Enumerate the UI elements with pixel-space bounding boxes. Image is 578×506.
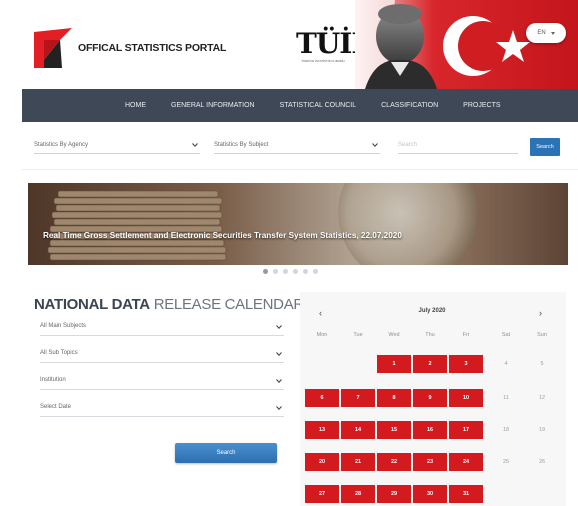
chevron-down-icon <box>550 31 555 35</box>
select-date-field[interactable]: Select Date <box>40 401 284 417</box>
language-label: EN <box>537 30 546 36</box>
weekday-label: Sun <box>537 332 547 338</box>
release-day-cell[interactable]: 2 <box>413 355 447 373</box>
institution-select[interactable]: Institution <box>40 374 284 390</box>
nav-item-classification[interactable]: CLASSIFICATION <box>381 102 438 109</box>
slider-dot[interactable] <box>263 269 268 274</box>
site-header: OFFICAL STATISTICS PORTAL TÜİK TÜRKİYE İ… <box>0 0 578 89</box>
search-button[interactable]: Search <box>530 138 560 156</box>
release-day-cell[interactable]: 27 <box>305 485 339 503</box>
weekday-label: Fri <box>462 332 470 338</box>
chevron-down-icon <box>276 406 282 410</box>
day-cell: 25 <box>502 459 510 465</box>
release-calendar-title: NATIONAL DATA RELEASE CALENDAR <box>34 296 304 313</box>
slider-dot[interactable] <box>273 269 278 274</box>
statistics-by-agency-select[interactable]: Statistics By Agency <box>34 140 200 154</box>
statistics-filter-bar: Statistics By Agency Statistics By Subje… <box>22 122 578 170</box>
sub-topics-select[interactable]: All Sub Topics <box>40 347 284 363</box>
release-day-cell[interactable]: 16 <box>413 421 447 439</box>
release-day-cell[interactable]: 9 <box>413 389 447 407</box>
main-nav: HOME GENERAL INFORMATION STATISTICAL COU… <box>22 89 578 122</box>
calendar-search-button[interactable]: Search <box>175 443 277 463</box>
next-month-button[interactable]: › <box>539 308 542 318</box>
release-day-cell[interactable]: 30 <box>413 485 447 503</box>
weekday-label: Mon <box>316 332 328 338</box>
day-cell: 5 <box>540 361 544 367</box>
institution-label: Institution <box>40 377 66 383</box>
release-day-cell[interactable]: 1 <box>377 355 411 373</box>
month-label: July 2020 <box>418 308 446 314</box>
statistics-by-subject-select[interactable]: Statistics By Subject <box>214 140 380 154</box>
release-day-cell[interactable]: 29 <box>377 485 411 503</box>
nav-item-home[interactable]: HOME <box>125 102 146 109</box>
weekday-label: Tue <box>353 332 363 338</box>
sub-topics-label: All Sub Topics <box>40 350 78 356</box>
chevron-down-icon <box>192 143 198 147</box>
slider-dot[interactable] <box>293 269 298 274</box>
slider-dot[interactable] <box>283 269 288 274</box>
release-day-cell[interactable]: 28 <box>341 485 375 503</box>
chevron-down-icon <box>372 143 378 147</box>
portal-title[interactable]: OFFICAL STATISTICS PORTAL <box>78 42 226 54</box>
day-cell: 19 <box>538 427 546 433</box>
prev-month-button[interactable]: ‹ <box>319 308 322 318</box>
coins-banner-image <box>28 183 568 265</box>
news-slider[interactable] <box>28 183 568 265</box>
slider-dot[interactable] <box>303 269 308 274</box>
language-switch[interactable]: EN <box>526 23 566 43</box>
day-cell: 26 <box>538 459 546 465</box>
tuik-tagline: TÜRKİYE İSTATİSTİK KURUMU <box>301 59 345 63</box>
main-subjects-select[interactable]: All Main Subjects <box>40 320 284 336</box>
release-day-cell[interactable]: 3 <box>449 355 483 373</box>
release-day-cell[interactable]: 17 <box>449 421 483 439</box>
weekday-label: Sat <box>501 332 511 338</box>
release-day-cell[interactable]: 15 <box>377 421 411 439</box>
release-day-cell[interactable]: 6 <box>305 389 339 407</box>
nav-item-projects[interactable]: PROJECTS <box>463 102 500 109</box>
ataturk-flag-banner-image <box>355 0 578 89</box>
release-day-cell[interactable]: 14 <box>341 421 375 439</box>
release-day-cell[interactable]: 20 <box>305 453 339 471</box>
slide-caption[interactable]: Real Time Gross Settlement and Electroni… <box>43 231 402 240</box>
release-day-cell[interactable]: 10 <box>449 389 483 407</box>
nav-item-statistical-council[interactable]: STATISTICAL COUNCIL <box>280 102 357 109</box>
chevron-down-icon <box>276 379 282 383</box>
title-bold: NATIONAL DATA <box>34 296 150 313</box>
nav-item-general-information[interactable]: GENERAL INFORMATION <box>171 102 255 109</box>
tuik-logo[interactable]: TÜİK TÜRKİYE İSTATİSTİK KURUMU <box>296 27 376 66</box>
chevron-down-icon <box>276 325 282 329</box>
day-cell: 11 <box>503 395 509 401</box>
release-day-cell[interactable]: 31 <box>449 485 483 503</box>
portal-logo-icon[interactable] <box>34 28 72 68</box>
day-cell: 18 <box>502 427 510 433</box>
day-cell: 12 <box>538 395 546 401</box>
release-day-cell[interactable]: 24 <box>449 453 483 471</box>
release-day-cell[interactable]: 13 <box>305 421 339 439</box>
weekday-label: Thu <box>425 332 435 338</box>
release-day-cell[interactable]: 7 <box>341 389 375 407</box>
main-subjects-label: All Main Subjects <box>40 323 87 329</box>
statistics-by-subject-label: Statistics By Subject <box>214 142 269 148</box>
day-cell: 4 <box>504 361 508 367</box>
release-day-cell[interactable]: 8 <box>377 389 411 407</box>
statistics-by-agency-label: Statistics By Agency <box>34 142 89 148</box>
release-day-cell[interactable]: 23 <box>413 453 447 471</box>
weekday-label: Wed <box>388 332 400 338</box>
search-input[interactable]: Search <box>398 140 518 154</box>
release-day-cell[interactable]: 21 <box>341 453 375 471</box>
select-date-label: Select Date <box>40 404 72 410</box>
chevron-down-icon <box>276 352 282 356</box>
title-light: RELEASE CALENDAR <box>153 296 305 313</box>
tuik-wordmark: TÜİK <box>296 27 376 60</box>
slider-dots <box>263 269 318 274</box>
release-day-cell[interactable]: 22 <box>377 453 411 471</box>
slider-dot[interactable] <box>313 269 318 274</box>
